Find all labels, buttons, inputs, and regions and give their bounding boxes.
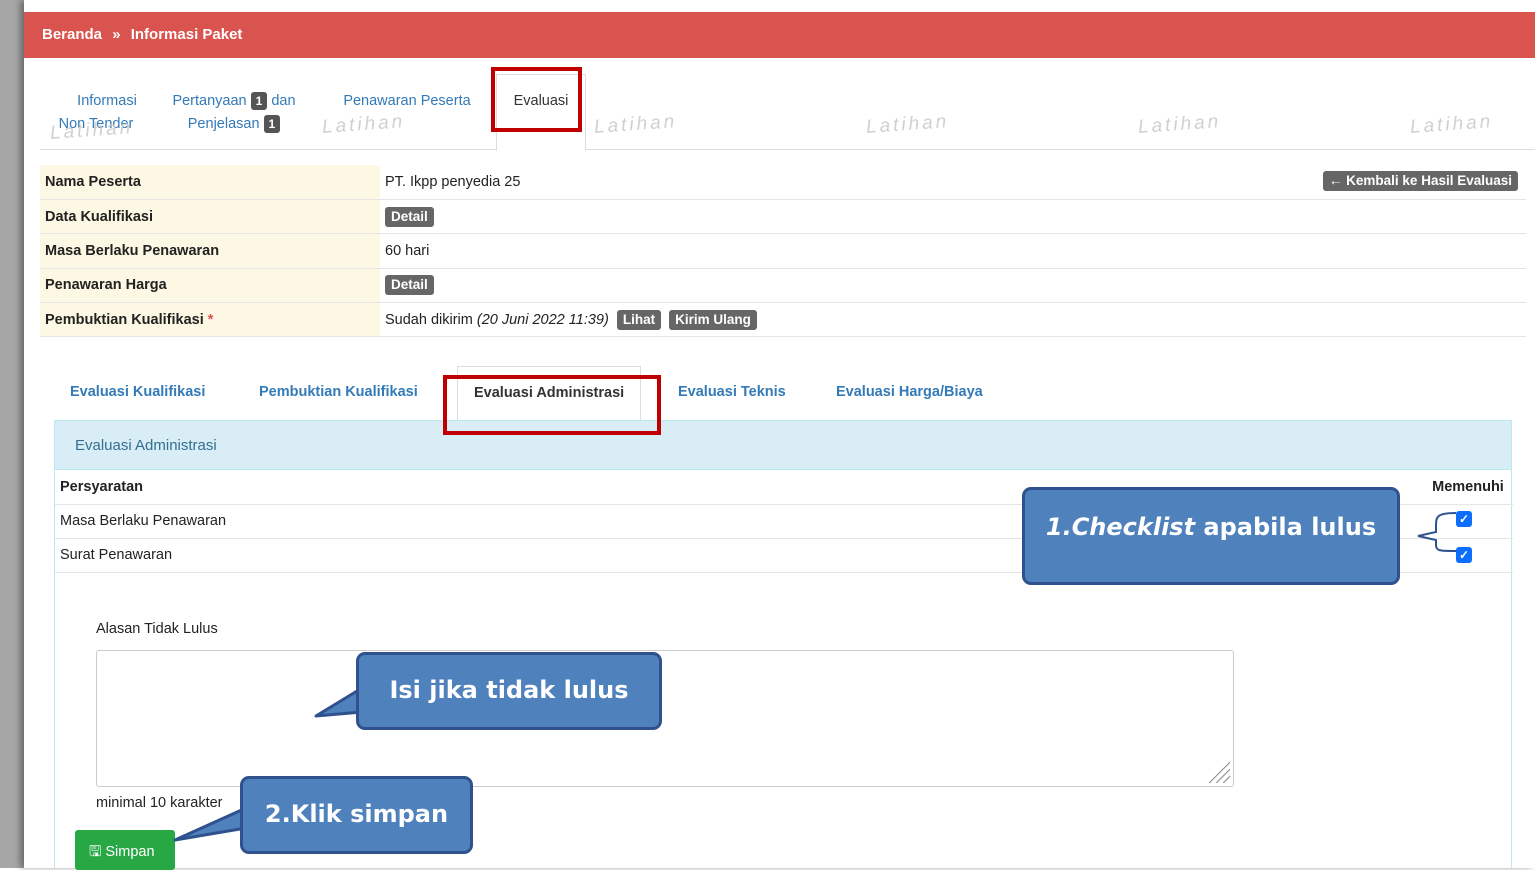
callout-klik-simpan: 2.Klik simpan — [240, 776, 473, 854]
brace-icon — [1417, 512, 1457, 552]
callout-checklist-rest: apabila lulus — [1195, 513, 1377, 541]
callout-isi-jika-tidak-lulus: Isi jika tidak lulus — [356, 652, 662, 730]
callout-tail-klik — [173, 806, 248, 842]
callout-checklist-em: 1.Checklist — [1045, 513, 1196, 541]
callout-checklist: 1.Checklist apabila lulus — [1022, 487, 1400, 585]
callout-pointers — [173, 512, 1457, 842]
